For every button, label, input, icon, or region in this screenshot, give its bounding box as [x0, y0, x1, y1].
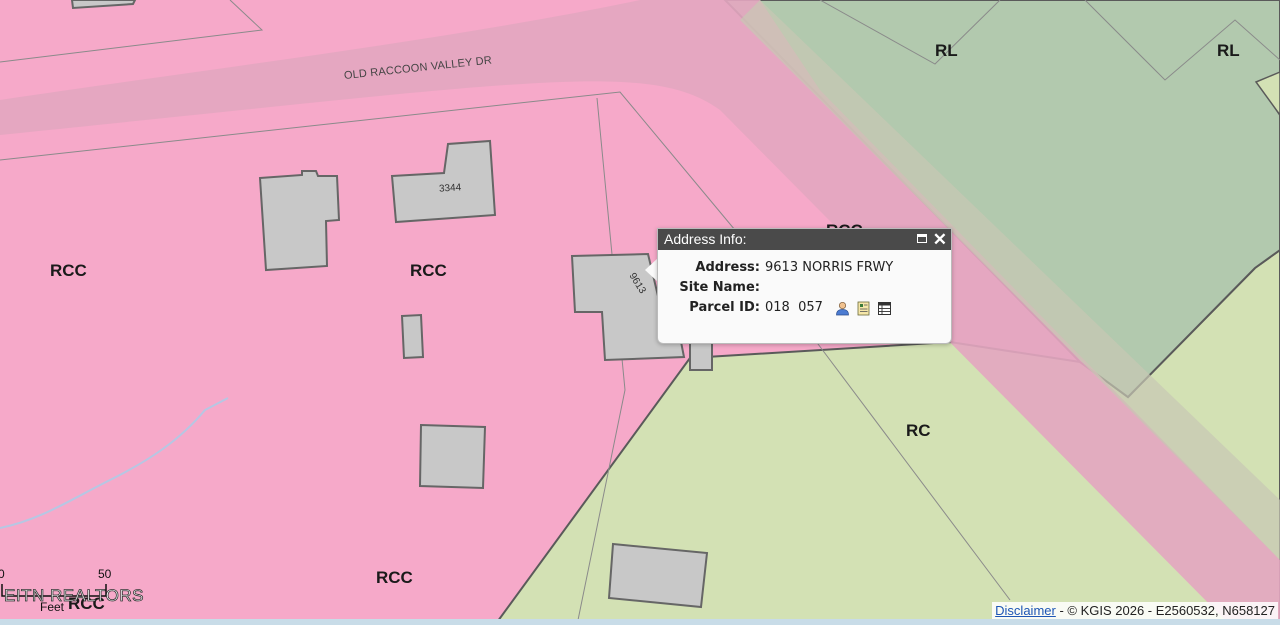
popup-body: Address: 9613 NORRIS FRWY Site Name: Par… — [658, 250, 951, 318]
address-info-popup: Address Info: ✕ Address: 9613 NORRIS FRW… — [657, 228, 952, 344]
scale-tick: 50 — [98, 567, 112, 581]
address-row: Address: 9613 NORRIS FRWY — [658, 258, 951, 278]
map-canvas[interactable] — [0, 0, 1280, 625]
details-table-icon[interactable] — [877, 301, 892, 316]
zone-label: RCC — [50, 261, 87, 280]
popup-title: Address Info: — [664, 231, 747, 247]
bottom-strip — [0, 619, 1280, 625]
address-label: Address: — [695, 260, 760, 275]
parcel-action-icons — [835, 298, 892, 318]
owner-icon[interactable] — [835, 301, 850, 316]
map-footer: Disclaimer - © KGIS 2026 - E2560532, N65… — [992, 602, 1278, 619]
close-icon[interactable]: ✕ — [933, 229, 947, 250]
zone-label: RL — [935, 41, 958, 60]
popup-header: Address Info: ✕ — [658, 229, 951, 250]
zone-label: RL — [1217, 41, 1240, 60]
building-number: 3344 — [438, 182, 462, 195]
zone-label: RCC — [376, 568, 413, 587]
report-icon[interactable] — [856, 301, 871, 316]
maximize-icon[interactable] — [917, 229, 929, 250]
zone-label: RCC — [410, 261, 447, 280]
zone-label: RC — [906, 421, 931, 440]
disclaimer-link[interactable]: Disclaimer — [995, 603, 1056, 618]
parcel-id-label: Parcel ID: — [689, 300, 760, 315]
parcel-id-row: Parcel ID: 018 057 — [658, 298, 951, 318]
scale-tick: 0 — [0, 567, 5, 581]
watermark-logo: EITN REALTORS — [4, 586, 145, 606]
parcel-id-value: 018 057 — [765, 300, 823, 315]
site-name-row: Site Name: — [658, 278, 951, 298]
site-name-label: Site Name: — [679, 280, 760, 295]
address-value: 9613 NORRIS FRWY — [765, 260, 894, 275]
map-credits: - © KGIS 2026 - E2560532, N658127 — [1055, 603, 1275, 618]
